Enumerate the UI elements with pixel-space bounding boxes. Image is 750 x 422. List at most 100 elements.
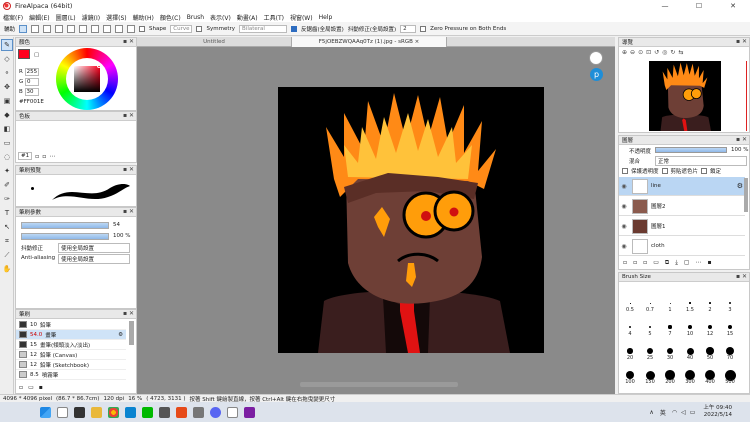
add-brush-icon[interactable]: ▫ bbox=[19, 384, 23, 391]
delete-layer-icon[interactable]: ▪ bbox=[708, 259, 712, 267]
snap-curve-button[interactable] bbox=[91, 24, 100, 33]
layer-list-scrollbar[interactable] bbox=[744, 178, 748, 212]
artwork-canvas[interactable] bbox=[278, 87, 544, 353]
snap-settings-button[interactable] bbox=[115, 24, 124, 33]
layer-settings-gear-icon[interactable]: ⚙ bbox=[737, 182, 743, 190]
brush-size-option[interactable] bbox=[669, 302, 671, 304]
chrome-icon[interactable] bbox=[108, 406, 119, 418]
zoom-fit-icon[interactable]: ⊙ bbox=[638, 49, 643, 56]
close-button[interactable]: ✕ bbox=[716, 0, 750, 12]
new-layer-icon[interactable]: ▫ bbox=[623, 259, 627, 267]
stabilizer-select[interactable]: 2 bbox=[400, 24, 417, 33]
store-icon[interactable] bbox=[159, 406, 170, 418]
snap-radial-button[interactable] bbox=[67, 24, 76, 33]
text-tool-icon[interactable]: T bbox=[1, 207, 13, 219]
office-icon[interactable] bbox=[176, 406, 187, 418]
brush-size-option[interactable] bbox=[709, 302, 711, 304]
panel-pin-close-icon[interactable]: ▪ ✕ bbox=[123, 310, 134, 317]
panel-pin-close-icon[interactable]: ▪ ✕ bbox=[123, 166, 134, 173]
brush-size-option[interactable] bbox=[686, 347, 694, 355]
menu-select[interactable]: 選擇(S) bbox=[106, 13, 127, 22]
tray-chevron-icon[interactable]: ∧ bbox=[649, 409, 653, 416]
swatch-set-select[interactable]: #1 bbox=[18, 152, 33, 160]
menu-edit[interactable]: 編輯(E) bbox=[29, 13, 49, 22]
primary-color-swatch[interactable] bbox=[18, 49, 30, 59]
rotate-right-icon[interactable]: ↻ bbox=[670, 49, 675, 56]
dot-tool-icon[interactable]: ⚬ bbox=[1, 67, 13, 79]
menu-window[interactable]: 視窗(W) bbox=[290, 13, 313, 22]
g-input[interactable]: 0 bbox=[25, 78, 40, 86]
line-app-icon[interactable] bbox=[142, 406, 153, 418]
hex-value[interactable]: #FF001E bbox=[19, 99, 44, 105]
hand-tool-icon[interactable]: ✋ bbox=[1, 263, 13, 275]
brush-size-option[interactable] bbox=[649, 302, 651, 304]
protect-alpha-checkbox[interactable] bbox=[622, 168, 628, 174]
layer-visibility-icon[interactable]: ◉ bbox=[619, 203, 629, 210]
symmetry-checkbox[interactable] bbox=[196, 25, 203, 32]
menu-layer[interactable]: 圖層(L) bbox=[56, 13, 76, 22]
swatch-delete-icon[interactable]: ▫ bbox=[42, 153, 46, 160]
brush-size-option[interactable] bbox=[729, 302, 731, 304]
lock-checkbox[interactable] bbox=[701, 168, 708, 174]
brush-antialias-select[interactable]: 使用全局設置 bbox=[58, 254, 130, 264]
panel-pin-close-icon[interactable]: ▪ ✕ bbox=[736, 38, 747, 45]
wifi-icon[interactable]: ◠ bbox=[672, 409, 677, 416]
folder-brush-icon[interactable]: ▭ bbox=[28, 384, 34, 391]
photos-icon[interactable] bbox=[193, 406, 204, 418]
canvas-horizontal-scrollbar[interactable] bbox=[300, 382, 458, 387]
brush-list-item[interactable]: 12 鉛筆 (Canvas) bbox=[16, 350, 126, 360]
pixiv-icon[interactable]: p bbox=[590, 68, 603, 81]
new-1bit-layer-icon[interactable]: ▫ bbox=[643, 259, 647, 267]
start-button-icon[interactable] bbox=[40, 406, 51, 418]
brush-stabilizer-select[interactable]: 使用全局設置 bbox=[58, 243, 130, 253]
layer-row[interactable]: ◉ 圖層2 bbox=[619, 197, 745, 216]
brush-size-option[interactable] bbox=[647, 348, 653, 354]
brush-list-item[interactable]: 8.5 噴霧筆 bbox=[16, 370, 126, 380]
snap-3d-button[interactable] bbox=[103, 24, 112, 33]
menu-assist[interactable]: 輔助(H) bbox=[133, 13, 154, 22]
layer-row[interactable]: ◉ 圖層1 bbox=[619, 217, 745, 236]
eraser-tool-icon[interactable]: ◇ bbox=[1, 53, 13, 65]
brush-list-item[interactable]: 10 鉛筆 bbox=[16, 320, 126, 330]
snap-vanish-button[interactable] bbox=[55, 24, 64, 33]
file-explorer-icon[interactable] bbox=[91, 406, 102, 418]
gradient-tool-icon[interactable]: ◧ bbox=[1, 123, 13, 135]
tab-untitled[interactable]: Untitled bbox=[137, 37, 292, 47]
alpha-icon[interactable]: ▢ bbox=[34, 52, 39, 58]
layer-row[interactable]: ◉ cloth bbox=[619, 237, 745, 256]
snap-cross-button[interactable] bbox=[43, 24, 52, 33]
brush-size-slider[interactable] bbox=[21, 222, 109, 229]
edge-icon[interactable] bbox=[125, 406, 136, 418]
brush-size-option[interactable] bbox=[726, 347, 734, 355]
new-8bit-layer-icon[interactable]: ▫ bbox=[633, 259, 637, 267]
menu-view[interactable]: 表示(V) bbox=[210, 13, 231, 22]
firealpaca-taskbar-icon[interactable] bbox=[227, 406, 238, 418]
eyedropper-tool-icon[interactable]: ⟋ bbox=[1, 249, 13, 261]
layer-visibility-icon[interactable]: ◉ bbox=[619, 243, 629, 250]
saturation-value-square[interactable] bbox=[74, 66, 100, 92]
hue-wheel[interactable] bbox=[56, 48, 118, 110]
zoom-actual-icon[interactable]: ⊡ bbox=[646, 49, 651, 56]
menu-tools[interactable]: 工具(T) bbox=[264, 13, 284, 22]
clock[interactable]: 上午 09:40 2022/5/14 bbox=[703, 405, 732, 419]
brush-list-item[interactable]: 12 鉛筆 (Sketchbook) bbox=[16, 360, 126, 370]
panel-pin-close-icon[interactable]: ▪ ✕ bbox=[123, 112, 134, 119]
panel-pin-close-icon[interactable]: ▪ ✕ bbox=[736, 136, 747, 143]
new-folder-icon[interactable]: ▭ bbox=[653, 259, 659, 267]
symmetry-select[interactable]: Bilateral bbox=[239, 24, 288, 33]
menu-help[interactable]: Help bbox=[319, 14, 333, 21]
duplicate-layer-icon[interactable]: ⧉ bbox=[665, 259, 669, 267]
select-pen-tool-icon[interactable]: ✐ bbox=[1, 179, 13, 191]
zero-pressure-checkbox[interactable] bbox=[420, 25, 427, 32]
divide-tool-icon[interactable]: ⌗ bbox=[1, 235, 13, 247]
delete-brush-icon[interactable]: ▪ bbox=[39, 384, 43, 391]
menu-animation[interactable]: 動畫(A) bbox=[237, 13, 258, 22]
brush-list-scrollbar[interactable] bbox=[129, 321, 134, 345]
brush-size-option[interactable] bbox=[628, 325, 632, 329]
snap-off-button[interactable] bbox=[19, 24, 28, 33]
merge-layer-icon[interactable]: ⤓ bbox=[675, 259, 678, 267]
layer-visibility-icon[interactable]: ◉ bbox=[619, 223, 629, 230]
shape-select[interactable]: Curve bbox=[170, 24, 193, 33]
brush-size-option[interactable] bbox=[688, 325, 692, 329]
rotate-reset-icon[interactable]: ◎ bbox=[662, 49, 667, 56]
